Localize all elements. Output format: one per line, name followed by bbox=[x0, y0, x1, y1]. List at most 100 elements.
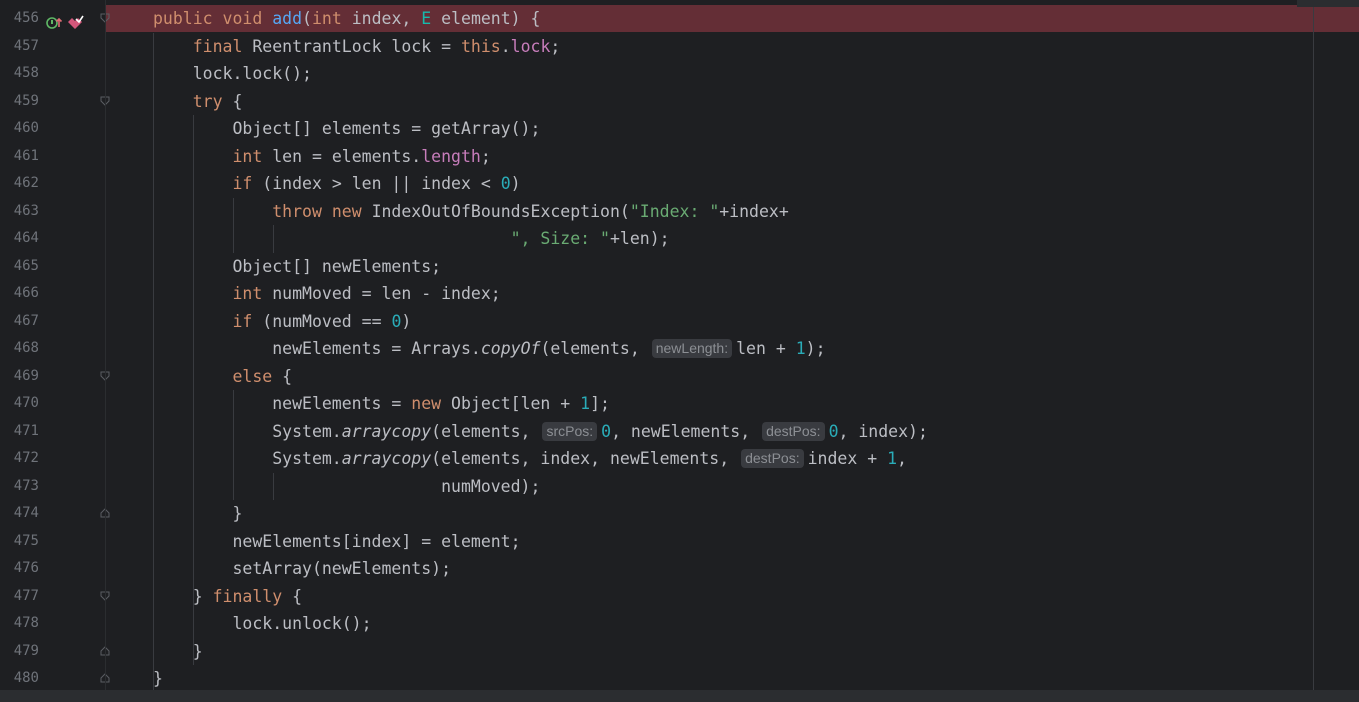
code-text[interactable]: System.arraycopy(elements, index, newEle… bbox=[153, 445, 907, 473]
code-token: setArray(newElements); bbox=[153, 559, 452, 578]
code-text[interactable]: Object[] elements = getArray(); bbox=[153, 115, 540, 143]
code-token: numMoved); bbox=[153, 476, 541, 496]
code-token: 0 bbox=[391, 311, 402, 331]
code-text[interactable]: public void add(int index, E element) { bbox=[153, 5, 540, 33]
code-line[interactable]: 480} bbox=[0, 665, 1359, 693]
code-line[interactable]: 456 public void add(int index, E element)… bbox=[0, 5, 1359, 33]
code-text[interactable]: if (index > len || index < 0) bbox=[153, 170, 520, 198]
code-line[interactable]: 475 newElements[index] = element; bbox=[0, 528, 1359, 556]
code-token: "Index: " bbox=[629, 201, 720, 221]
code-token: index, bbox=[351, 9, 422, 28]
code-token: new bbox=[411, 394, 452, 413]
code-line[interactable]: 466 int numMoved = len - index; bbox=[0, 280, 1359, 308]
code-token: { bbox=[292, 586, 303, 606]
code-text[interactable]: lock.lock(); bbox=[153, 60, 312, 88]
code-line[interactable]: 463 throw new IndexOutOfBoundsException(… bbox=[0, 198, 1359, 226]
code-text[interactable]: lock.unlock(); bbox=[153, 610, 371, 638]
code-line[interactable]: 465 Object[] newElements; bbox=[0, 253, 1359, 281]
code-line[interactable]: 479 } bbox=[0, 638, 1359, 666]
code-token: , bbox=[897, 449, 907, 468]
indent-guide bbox=[193, 637, 194, 665]
code-token: int bbox=[311, 9, 352, 28]
code-line[interactable]: 472 System.arraycopy(elements, index, ne… bbox=[0, 445, 1359, 473]
parameter-hint: newLength: bbox=[651, 339, 733, 358]
code-text[interactable]: newElements = Arrays.copyOf(elements, ne… bbox=[153, 335, 826, 363]
bookmark-check-icon[interactable] bbox=[66, 15, 84, 31]
indent-guide bbox=[233, 197, 234, 253]
line-number: 467 bbox=[13, 312, 39, 329]
line-number: 473 bbox=[13, 477, 39, 494]
code-token: 1 bbox=[887, 449, 898, 468]
code-text[interactable]: ", Size: "+len); bbox=[153, 225, 670, 253]
code-token: len + bbox=[736, 339, 796, 358]
code-line[interactable]: 457 final ReentrantLock lock = this.lock… bbox=[0, 33, 1359, 61]
gutter-icons[interactable] bbox=[46, 13, 84, 33]
code-token: arraycopy bbox=[341, 421, 432, 441]
code-token: finally bbox=[212, 586, 293, 606]
code-token: System. bbox=[153, 421, 342, 441]
code-line[interactable]: 477 } finally { bbox=[0, 583, 1359, 611]
line-number: 470 bbox=[13, 395, 39, 411]
editor-bottom-strip bbox=[0, 690, 1359, 702]
code-line[interactable]: 464 ", Size: "+len); bbox=[0, 225, 1359, 253]
code-line[interactable]: 476 setArray(newElements); bbox=[0, 555, 1359, 583]
code-line[interactable]: 473 numMoved); bbox=[0, 473, 1359, 501]
code-token: lock bbox=[510, 36, 551, 56]
right-margin-guide bbox=[1313, 0, 1314, 702]
line-number: 478 bbox=[13, 615, 39, 631]
code-line[interactable]: 462 if (index > len || index < 0) bbox=[0, 170, 1359, 198]
code-line[interactable]: 474 } bbox=[0, 500, 1359, 528]
code-token: +index+ bbox=[719, 201, 789, 221]
code-token: ; bbox=[480, 146, 491, 166]
line-number: 477 bbox=[13, 587, 39, 604]
code-text[interactable]: try { bbox=[153, 88, 243, 116]
code-editor[interactable]: 456 public void add(int index, E element)… bbox=[0, 5, 1359, 693]
code-line[interactable]: 459 try { bbox=[0, 88, 1359, 116]
code-token: final bbox=[192, 36, 253, 56]
indent-guide bbox=[273, 225, 274, 253]
parameter-hint: destPos: bbox=[741, 449, 804, 468]
code-text[interactable]: final ReentrantLock lock = this.lock; bbox=[153, 33, 561, 61]
code-token: Object[] newElements; bbox=[153, 256, 442, 276]
code-text[interactable]: int numMoved = len - index; bbox=[153, 280, 500, 308]
code-token: 0 bbox=[828, 421, 839, 441]
line-number: 458 bbox=[13, 65, 39, 81]
line-number: 464 bbox=[13, 230, 39, 246]
code-text[interactable]: } finally { bbox=[153, 583, 302, 611]
code-line[interactable]: 471 System.arraycopy(elements, srcPos: 0,… bbox=[0, 418, 1359, 446]
code-text[interactable]: } bbox=[153, 665, 163, 693]
code-line[interactable]: 460 Object[] elements = getArray(); bbox=[0, 115, 1359, 143]
line-number: 479 bbox=[13, 642, 39, 659]
code-text[interactable]: newElements = new Object[len + 1]; bbox=[153, 390, 610, 418]
code-token: ReentrantLock lock = bbox=[252, 36, 461, 56]
code-token: ; bbox=[550, 36, 561, 56]
line-number: 476 bbox=[13, 560, 39, 576]
code-token: Object[] elements = getArray(); bbox=[153, 119, 541, 138]
code-line[interactable]: 468 newElements = Arrays.copyOf(elements… bbox=[0, 335, 1359, 363]
code-line[interactable]: 461 int len = elements.length; bbox=[0, 143, 1359, 171]
code-text[interactable]: Object[] newElements; bbox=[153, 253, 441, 281]
line-number: 474 bbox=[13, 505, 39, 521]
override-up-icon[interactable] bbox=[46, 15, 64, 31]
code-text[interactable]: } bbox=[153, 500, 242, 528]
code-line[interactable]: 469 else { bbox=[0, 363, 1359, 391]
indent-guide bbox=[233, 390, 234, 500]
code-text[interactable]: numMoved); bbox=[153, 473, 540, 501]
code-token: (index > len || index < bbox=[262, 174, 501, 193]
code-text[interactable]: newElements[index] = element; bbox=[153, 528, 520, 556]
code-token: } bbox=[153, 641, 203, 661]
code-text[interactable]: System.arraycopy(elements, srcPos: 0, new… bbox=[153, 418, 928, 446]
code-token: (elements, bbox=[540, 339, 650, 358]
code-text[interactable]: } bbox=[153, 638, 203, 666]
code-text[interactable]: setArray(newElements); bbox=[153, 555, 451, 583]
code-line[interactable]: 467 if (numMoved == 0) bbox=[0, 308, 1359, 336]
code-text[interactable]: int len = elements.length; bbox=[153, 143, 491, 171]
code-text[interactable]: throw new IndexOutOfBoundsException("Ind… bbox=[153, 198, 789, 226]
code-text[interactable]: else { bbox=[153, 363, 292, 391]
code-line[interactable]: 458 lock.lock(); bbox=[0, 60, 1359, 88]
line-number: 472 bbox=[13, 450, 39, 466]
code-line[interactable]: 478 lock.unlock(); bbox=[0, 610, 1359, 638]
code-text[interactable]: if (numMoved == 0) bbox=[153, 308, 411, 336]
code-line[interactable]: 470 newElements = new Object[len + 1]; bbox=[0, 390, 1359, 418]
